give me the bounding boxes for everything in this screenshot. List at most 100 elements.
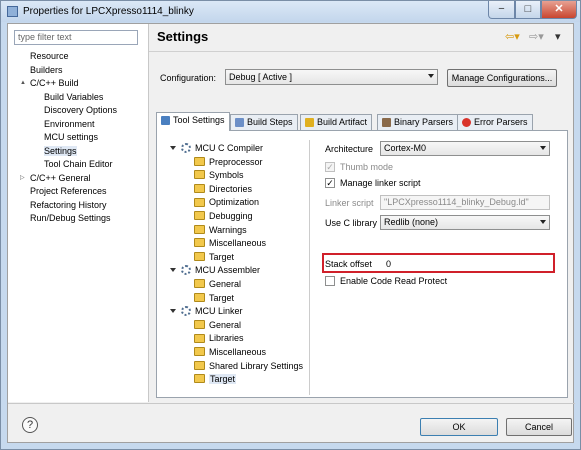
tool-tree-label: Libraries [209, 333, 244, 344]
error-parsers-icon [462, 118, 471, 127]
sidebar-item-project-references[interactable]: Project References [30, 185, 107, 198]
manage-configurations-button[interactable]: Manage Configurations... [447, 69, 557, 87]
tool-tree-item[interactable]: Preprocessor [194, 156, 263, 169]
folder-icon [194, 319, 205, 329]
code-read-protect-label: Enable Code Read Protect [340, 276, 448, 286]
sidebar-item-environment[interactable]: Environment [44, 118, 95, 131]
tool-tree-label: Miscellaneous [209, 347, 267, 357]
configuration-select[interactable]: Debug [ Active ] [225, 69, 438, 85]
tool-tree-item[interactable]: Shared Library Settings [194, 360, 303, 373]
folder-icon [194, 333, 205, 343]
sidebar-item-label: Tool Chain Editor [44, 159, 113, 169]
sidebar-item-label: Environment [44, 118, 95, 129]
tab-binary-parsers[interactable]: Binary Parsers [377, 114, 459, 130]
sidebar-item-discovery-options[interactable]: Discovery Options [44, 104, 117, 117]
stack-offset-label: Stack offset [325, 259, 372, 269]
collapse-icon[interactable] [170, 268, 176, 273]
folder-icon [194, 197, 205, 207]
help-icon[interactable]: ? [22, 417, 38, 433]
sidebar-item-resource[interactable]: Resource [30, 50, 69, 63]
back-arrow-icon[interactable]: ⇦▾ [505, 30, 520, 43]
architecture-select[interactable]: Cortex-M0 [380, 141, 550, 156]
thumb-mode-label: Thumb mode [340, 162, 394, 172]
tool-tree-label: Miscellaneous [209, 238, 267, 249]
sidebar-item-label: C/C++ Build [30, 78, 79, 88]
sidebar-item-c-c-general[interactable]: ▷ C/C++ General [20, 172, 91, 185]
sidebar-item-label: Discovery Options [44, 105, 118, 115]
code-read-protect-checkbox[interactable] [325, 276, 335, 286]
tool-tree-item[interactable]: Target [194, 373, 237, 386]
tool-tree-label: Symbols [209, 170, 244, 181]
manage-linker-script-checkbox[interactable]: ✓ [325, 178, 335, 188]
tool-tree-category[interactable]: MCU Linker [170, 305, 243, 318]
tool-tree-item[interactable]: Optimization [194, 196, 259, 209]
header-divider [149, 51, 573, 52]
tab-label: Build Artifact [317, 117, 368, 127]
sidebar-item-builders[interactable]: Builders [30, 64, 63, 77]
sidebar-item-label: Settings [44, 145, 77, 156]
tool-tree-item[interactable]: Debugging [194, 210, 253, 223]
tool-tree-item[interactable]: General [194, 278, 241, 291]
use-c-library-label: Use C library [325, 218, 378, 228]
expand-icon[interactable]: ▷ [20, 172, 25, 185]
title-bar[interactable]: Properties for LPCXpresso1114_blinky − □… [1, 1, 580, 22]
tool-tree-label: Target [209, 374, 237, 385]
sidebar-item-label: Project References [30, 186, 107, 196]
folder-icon [194, 224, 205, 234]
close-button[interactable]: ✕ [541, 1, 577, 19]
settings-page: Settings ⇦▾ ⇨▾ ▾ Configuration: Debug [ … [149, 24, 573, 402]
tool-tree-item[interactable]: Miscellaneous [194, 237, 266, 250]
maximize-button[interactable]: □ [515, 1, 541, 19]
footer-divider [8, 403, 575, 404]
collapse-icon[interactable] [170, 308, 176, 313]
forward-arrow-icon[interactable]: ⇨▾ [529, 30, 544, 43]
tab-label: Binary Parsers [394, 117, 454, 127]
ok-button[interactable]: OK [420, 418, 498, 436]
tool-tree-label: MCU C Compiler [195, 143, 264, 153]
properties-window: Properties for LPCXpresso1114_blinky − □… [0, 0, 581, 450]
cancel-button[interactable]: Cancel [506, 418, 572, 436]
build-steps-icon [235, 118, 244, 127]
view-menu-icon[interactable]: ▾ [555, 30, 561, 43]
collapse-icon[interactable] [170, 145, 176, 150]
tool-tree-item[interactable]: Target [194, 292, 234, 305]
tab-label: Build Steps [247, 117, 293, 127]
sidebar-item-label: Build Variables [44, 91, 104, 102]
tool-tree-item[interactable]: General [194, 319, 241, 332]
sidebar-item-tool-chain-editor[interactable]: Tool Chain Editor [44, 158, 113, 171]
configuration-label: Configuration: [160, 73, 217, 83]
tool-tree-label: MCU Linker [195, 306, 243, 317]
collapse-icon[interactable]: ▲ [20, 77, 26, 90]
tool-tree-item[interactable]: Symbols [194, 169, 244, 182]
folder-icon [194, 360, 205, 370]
minimize-button[interactable]: − [488, 1, 515, 19]
window-icon [7, 6, 18, 17]
sidebar-item-c-c-build[interactable]: ▲ C/C++ Build [20, 77, 79, 90]
filter-input[interactable]: type filter text [14, 30, 138, 45]
stack-offset-input[interactable]: 0 [386, 259, 391, 269]
tab-error-parsers[interactable]: Error Parsers [457, 114, 533, 130]
sidebar-item-refactoring-history[interactable]: Refactoring History [30, 199, 107, 212]
tool-tree-category[interactable]: MCU Assembler [170, 264, 260, 277]
tool-tree-item[interactable]: Miscellaneous [194, 346, 266, 359]
sidebar-item-run-debug-settings[interactable]: Run/Debug Settings [30, 212, 111, 225]
thumb-mode-checkbox: ✓ [325, 162, 335, 172]
tab-label: Error Parsers [474, 117, 528, 127]
tool-tree-label: Optimization [209, 197, 260, 208]
tool-tree-item[interactable]: Warnings [194, 224, 247, 237]
sidebar-item-build-variables[interactable]: Build Variables [44, 91, 103, 104]
sidebar-item-settings[interactable]: Settings [44, 145, 77, 158]
tool-tree-item[interactable]: Target [194, 251, 234, 264]
gear-icon [181, 305, 191, 316]
tool-tree-label: Debugging [209, 211, 253, 221]
tab-tool-settings[interactable]: Tool Settings [156, 112, 230, 131]
tool-tree-item[interactable]: Directories [194, 183, 252, 196]
tool-tree-item[interactable]: Libraries [194, 332, 244, 345]
use-c-library-select[interactable]: Redlib (none) [380, 215, 550, 230]
sidebar-item-label: C/C++ General [30, 172, 91, 183]
sidebar-item-label: Run/Debug Settings [30, 213, 111, 223]
sidebar-item-mcu-settings[interactable]: MCU settings [44, 131, 98, 144]
tab-build-steps[interactable]: Build Steps [230, 114, 298, 130]
tool-tree-category[interactable]: MCU C Compiler [170, 142, 263, 155]
tab-build-artifact[interactable]: Build Artifact [300, 114, 373, 130]
